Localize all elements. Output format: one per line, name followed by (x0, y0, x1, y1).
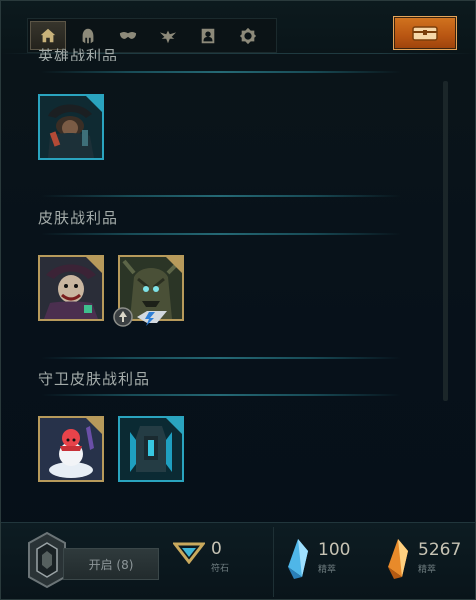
item-badges (113, 307, 169, 327)
upgrade-icon (113, 307, 133, 327)
home-icon (40, 28, 56, 42)
ward-wings-icon (159, 30, 177, 43)
runes-label: 符石 (211, 564, 230, 574)
loot-item-champion-shard[interactable] (38, 94, 104, 160)
tab-ward-skins[interactable] (148, 20, 188, 51)
hextech-chest-icon (412, 26, 438, 41)
runes-value: 0 (211, 539, 222, 559)
essence-icon (137, 311, 167, 326)
emote-icon (239, 27, 257, 44)
section-title-champion-loot: 英雄战利品 (38, 47, 119, 61)
blue-essence-counter: 100 精萃 (284, 537, 350, 581)
section-divider (41, 195, 401, 197)
section-divider (41, 71, 401, 73)
scrollbar[interactable] (443, 81, 448, 401)
loot-panel: 英雄战利品 皮肤战利品 守卫皮肤战利品 开启 (8) 0 符石 100 精萃 5… (0, 0, 476, 600)
skin-mask-icon (119, 31, 137, 39)
section-title-skin-loot: 皮肤战利品 (38, 209, 119, 227)
shard-corner-icon (165, 417, 183, 435)
section-title-ward-skin-loot: 守卫皮肤战利品 (38, 370, 151, 388)
shard-corner-icon (85, 256, 103, 274)
tab-emotes[interactable] (228, 20, 268, 51)
loot-item-ward-skin[interactable] (118, 416, 184, 482)
section-divider (41, 394, 401, 396)
shard-corner-icon (85, 95, 103, 113)
orange-essence-value: 5267 (418, 540, 462, 560)
orange-essence-icon (388, 539, 408, 579)
shard-corner-icon (165, 256, 183, 274)
blue-essence-value: 100 (318, 540, 351, 560)
orange-essence-counter: 5267 精萃 (384, 537, 461, 581)
section-divider (41, 233, 401, 235)
orange-essence-label: 精萃 (418, 565, 437, 575)
summoner-icon-portrait (201, 28, 215, 43)
footer-divider (273, 527, 274, 597)
blue-essence-label: 精萃 (318, 565, 337, 575)
tab-summoner-icons[interactable] (188, 20, 228, 51)
loot-item-ward-skin-shard[interactable] (38, 416, 104, 482)
champion-helmet-icon (82, 28, 94, 43)
shard-corner-icon (85, 417, 103, 435)
blue-essence-icon (288, 539, 308, 579)
section-divider (41, 357, 401, 359)
loot-item-skin-shard[interactable] (38, 255, 104, 321)
rune-icon (173, 542, 205, 564)
loot-footer: 开启 (8) 0 符石 100 精萃 5267 精萃 (1, 522, 475, 599)
open-button[interactable]: 开启 (8) (63, 548, 159, 580)
craft-chest-button[interactable] (393, 16, 457, 50)
runes-counter: 0 符石 (173, 540, 229, 574)
